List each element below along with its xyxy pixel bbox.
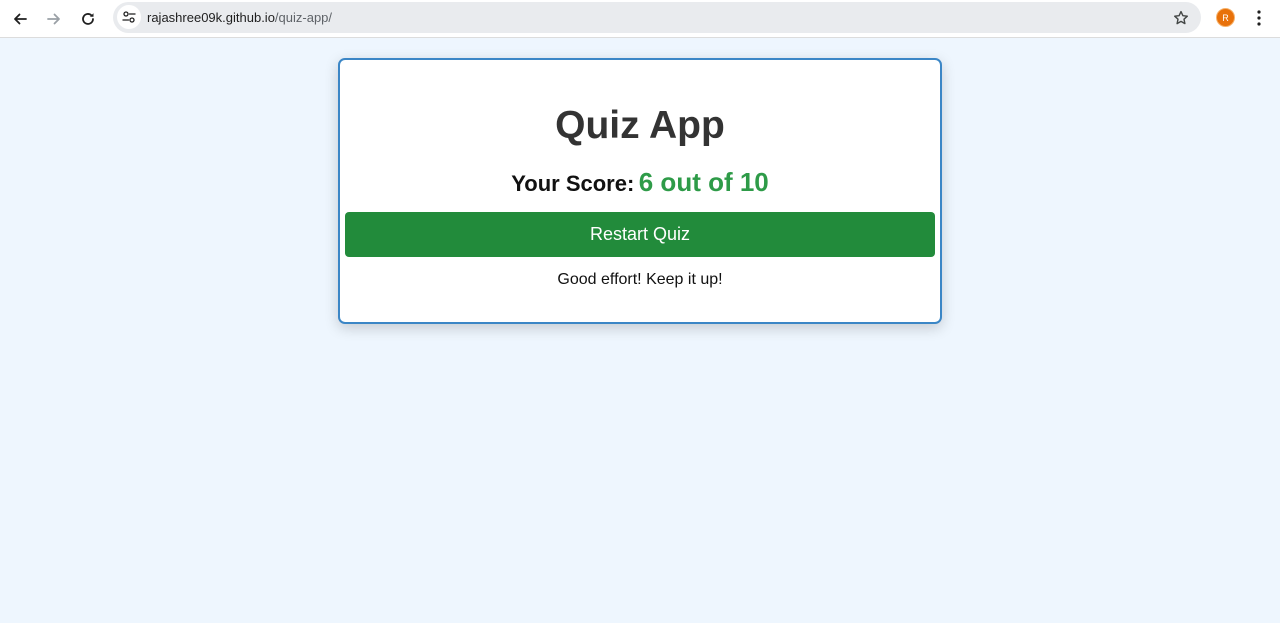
score-line: Your Score: 6 out of 10 xyxy=(340,167,940,202)
kebab-menu-icon xyxy=(1257,10,1261,26)
score-label: Your Score: xyxy=(511,171,635,196)
site-info-button[interactable] xyxy=(117,5,141,29)
url-text[interactable]: rajashree09k.github.io/quiz-app/ xyxy=(147,10,332,25)
score-value: 6 out of 10 xyxy=(638,167,769,197)
browser-toolbar: rajashree09k.github.io/quiz-app/ R xyxy=(0,0,1280,38)
url-path: /quiz-app/ xyxy=(274,10,333,25)
reload-button[interactable] xyxy=(74,5,102,33)
forward-arrow-icon xyxy=(47,13,60,25)
url-host: rajashree09k.github.io xyxy=(147,10,275,25)
forward-button[interactable] xyxy=(40,5,68,33)
browser-menu-button[interactable] xyxy=(1248,5,1270,31)
page-title: Quiz App xyxy=(555,104,725,147)
bookmark-button[interactable] xyxy=(1170,7,1192,29)
profile-initial: R xyxy=(1222,12,1229,23)
restart-quiz-button[interactable]: Restart Quiz xyxy=(345,212,935,257)
feedback-message: Good effort! Keep it up! xyxy=(557,271,723,288)
bookmark-star-icon xyxy=(1174,10,1188,25)
quiz-card: Quiz App Your Score: 6 out of 10 Restart… xyxy=(338,58,942,324)
back-button[interactable] xyxy=(6,5,34,33)
address-bar[interactable]: rajashree09k.github.io/quiz-app/ xyxy=(113,2,1201,33)
back-arrow-icon xyxy=(14,13,27,25)
profile-avatar[interactable]: R xyxy=(1216,8,1235,27)
reload-icon xyxy=(82,13,94,25)
site-info-icon xyxy=(122,11,136,23)
